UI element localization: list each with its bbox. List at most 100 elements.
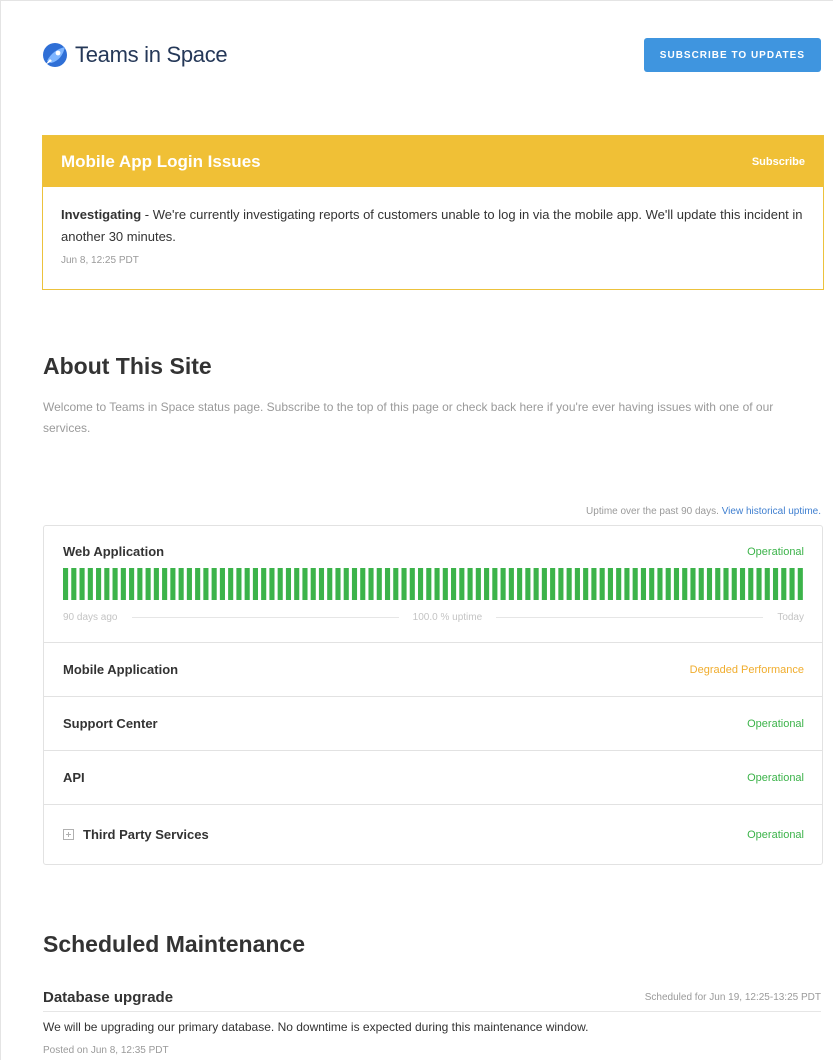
uptime-day-bar[interactable] [376, 568, 382, 600]
uptime-day-bar[interactable] [96, 568, 102, 600]
uptime-day-bar[interactable] [459, 568, 465, 600]
uptime-day-bar[interactable] [112, 568, 118, 600]
uptime-day-bar[interactable] [583, 568, 589, 600]
uptime-day-bar[interactable] [211, 568, 217, 600]
uptime-day-bar[interactable] [731, 568, 737, 600]
uptime-day-bar[interactable] [748, 568, 754, 600]
uptime-day-bar[interactable] [236, 568, 242, 600]
uptime-day-bar[interactable] [120, 568, 126, 600]
uptime-day-bar[interactable] [327, 568, 333, 600]
uptime-day-bar[interactable] [558, 568, 564, 600]
component-group-toggle[interactable]: Third Party Services [63, 826, 209, 844]
uptime-day-bar[interactable] [294, 568, 300, 600]
uptime-day-bar[interactable] [525, 568, 531, 600]
uptime-day-bar[interactable] [426, 568, 432, 600]
uptime-day-bar[interactable] [451, 568, 457, 600]
uptime-day-bar[interactable] [302, 568, 308, 600]
uptime-day-bar[interactable] [219, 568, 225, 600]
uptime-day-bar[interactable] [690, 568, 696, 600]
uptime-day-bar[interactable] [335, 568, 341, 600]
uptime-day-bar[interactable] [772, 568, 779, 600]
uptime-day-bar[interactable] [492, 568, 498, 600]
uptime-day-bar[interactable] [252, 568, 258, 600]
uptime-day-bar[interactable] [682, 568, 688, 600]
uptime-day-bar[interactable] [71, 568, 77, 600]
uptime-day-bar[interactable] [566, 568, 572, 600]
uptime-day-bar[interactable] [104, 568, 110, 600]
uptime-day-bar[interactable] [318, 568, 325, 600]
uptime-day-bar[interactable] [79, 568, 85, 600]
uptime-day-bar[interactable] [649, 568, 655, 600]
uptime-day-bar[interactable] [591, 568, 597, 600]
uptime-day-bar[interactable] [723, 568, 729, 600]
uptime-day-bar[interactable] [533, 568, 539, 600]
uptime-day-bar[interactable] [781, 568, 787, 600]
subscribe-to-updates-button[interactable]: SUBSCRIBE TO UPDATES [643, 38, 821, 72]
uptime-day-bar[interactable] [228, 568, 234, 600]
incident-title[interactable]: Mobile App Login Issues [61, 152, 261, 172]
uptime-day-bar[interactable] [153, 568, 159, 600]
incident-subscribe-link[interactable]: Subscribe [752, 156, 805, 168]
uptime-day-bar[interactable] [616, 568, 622, 600]
uptime-day-bar[interactable] [797, 568, 803, 600]
uptime-day-bar[interactable] [137, 568, 143, 600]
uptime-day-bar[interactable] [599, 568, 605, 600]
uptime-day-bar[interactable] [632, 568, 638, 600]
uptime-day-bar[interactable] [343, 568, 349, 600]
uptime-day-bar[interactable] [401, 568, 407, 600]
uptime-day-bar[interactable] [756, 568, 762, 600]
component-third-party-services[interactable]: Third Party Services Operational [44, 805, 822, 865]
uptime-day-bar[interactable] [698, 568, 704, 600]
uptime-day-bar[interactable] [384, 568, 391, 600]
uptime-day-bar[interactable] [285, 568, 292, 600]
uptime-day-bar[interactable] [310, 568, 316, 600]
uptime-day-bar[interactable] [434, 568, 440, 600]
uptime-day-bar[interactable] [277, 568, 283, 600]
uptime-day-bar[interactable] [368, 568, 374, 600]
uptime-day-bar[interactable] [475, 568, 481, 600]
uptime-day-bar[interactable] [508, 568, 514, 600]
uptime-day-bar[interactable] [739, 568, 746, 600]
uptime-day-bar[interactable] [665, 568, 671, 600]
uptime-day-bar[interactable] [484, 568, 490, 600]
uptime-day-bar[interactable] [550, 568, 556, 600]
uptime-day-bar[interactable] [706, 568, 713, 600]
uptime-day-bar[interactable] [178, 568, 184, 600]
uptime-day-bar[interactable] [63, 568, 69, 600]
uptime-day-bar[interactable] [269, 568, 275, 600]
maintenance-name[interactable]: Database upgrade [43, 989, 173, 1006]
uptime-day-bar[interactable] [351, 568, 358, 600]
uptime-day-bar[interactable] [393, 568, 399, 600]
uptime-day-bar[interactable] [203, 568, 209, 600]
uptime-day-bar[interactable] [261, 568, 267, 600]
uptime-day-bar[interactable] [186, 568, 192, 600]
uptime-day-bar[interactable] [640, 568, 647, 600]
uptime-day-bar[interactable] [442, 568, 448, 600]
uptime-day-bar[interactable] [500, 568, 506, 600]
uptime-day-bar[interactable] [417, 568, 424, 600]
expand-plus-icon[interactable] [63, 829, 74, 840]
uptime-day-bar[interactable] [607, 568, 613, 600]
uptime-day-bar[interactable] [170, 568, 176, 600]
uptime-day-bar[interactable] [574, 568, 580, 600]
uptime-day-bar[interactable] [624, 568, 630, 600]
uptime-day-bar[interactable] [195, 568, 201, 600]
uptime-day-bar[interactable] [657, 568, 663, 600]
uptime-day-bar[interactable] [145, 568, 151, 600]
uptime-day-bar[interactable] [517, 568, 523, 600]
uptime-day-bar[interactable] [162, 568, 168, 600]
uptime-day-bar[interactable] [764, 568, 770, 600]
uptime-day-bar[interactable] [715, 568, 721, 600]
uptime-day-bar[interactable] [467, 568, 473, 600]
component-mobile-application: Mobile Application Degraded Performance [44, 643, 822, 697]
logo[interactable]: Teams in Space [41, 41, 228, 69]
uptime-day-bar[interactable] [673, 568, 680, 600]
view-historical-uptime-link[interactable]: View historical uptime. [722, 506, 821, 517]
uptime-day-bar[interactable] [409, 568, 415, 600]
uptime-day-bar[interactable] [789, 568, 795, 600]
uptime-day-bar[interactable] [360, 568, 366, 600]
uptime-day-bar[interactable] [87, 568, 93, 600]
uptime-day-bar[interactable] [541, 568, 547, 600]
uptime-day-bar[interactable] [244, 568, 250, 600]
uptime-day-bar[interactable] [129, 568, 135, 600]
